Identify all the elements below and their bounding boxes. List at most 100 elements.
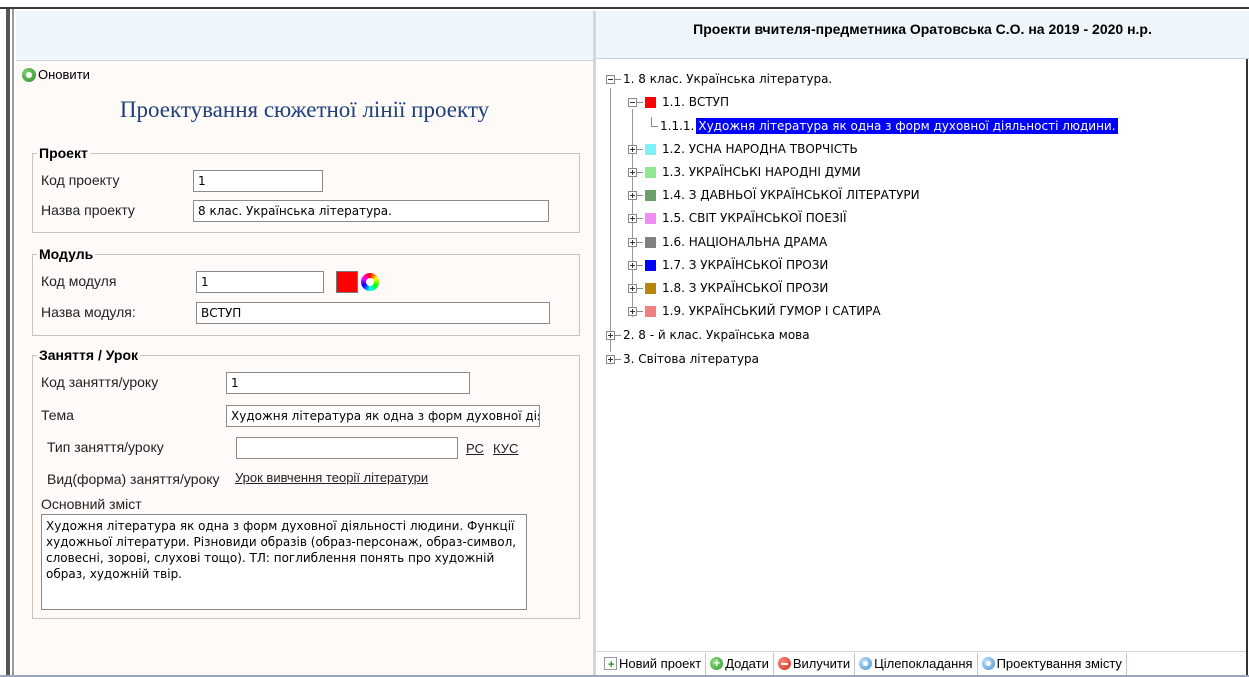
remove-button[interactable]: Вилучити — [774, 652, 856, 675]
expand-icon[interactable] — [606, 330, 615, 340]
module-code-label: Код модуля — [41, 273, 117, 289]
add-button[interactable]: Додати — [706, 652, 774, 675]
module-color-square — [645, 282, 656, 294]
lesson-topic-label: Тема — [41, 407, 74, 423]
window-top-border — [0, 0, 1249, 9]
expand-icon[interactable] — [628, 237, 637, 247]
projects-title: Проекти вчителя-предметника Оратовська С… — [693, 21, 1152, 37]
tree-node-label: 2. 8 - й клас. Українська мова — [623, 328, 810, 342]
lesson-type-input[interactable] — [236, 437, 458, 459]
tree-node-label: 1.2. УСНА НАРОДНА ТВОРЧІСТЬ — [662, 142, 858, 156]
tree-connector — [637, 171, 643, 173]
tree-node-label: 3. Світова література — [623, 352, 760, 366]
lesson-legend: Заняття / Урок — [37, 347, 141, 363]
tree-guide-line — [610, 88, 611, 352]
bottom-toolbar: Новий проект Додати Вилучити Цілепоклада… — [596, 651, 1246, 675]
tree-node-module-1-9[interactable]: 1.9. УКРАЇНСЬКИЙ ГУМОР І САТИРА — [628, 301, 883, 321]
tree-node-module-1-5[interactable]: 1.5. СВІТ УКРАЇНСЬКОЇ ПОЕЗІЇ — [628, 208, 849, 228]
tree-node-label: 1.4. З ДАВНЬОЇ УКРАЇНСЬКОЇ ЛІТЕРАТУРИ — [662, 188, 920, 202]
new-project-button[interactable]: Новий проект — [600, 652, 707, 675]
tree-connector — [637, 194, 643, 196]
new-document-icon — [604, 657, 617, 671]
module-code-input[interactable]: 1 — [196, 271, 324, 293]
module-color-swatch[interactable] — [336, 271, 358, 293]
project-group: Проект Код проекту 1 Назва проекту 8 кла… — [32, 145, 580, 233]
tree-connector — [637, 101, 643, 103]
content-label: Основний зміст — [41, 496, 142, 512]
content-design-label: Проектування змісту — [996, 656, 1122, 671]
project-legend: Проект — [37, 145, 90, 161]
right-pane: Проекти вчителя-предметника Оратовська С… — [596, 11, 1249, 675]
project-name-input[interactable]: 8 клас. Українська література. — [193, 200, 549, 222]
left-pane: Оновити Проектування сюжетної лінії прое… — [16, 11, 593, 675]
module-color-square — [645, 96, 656, 108]
content-line: художньої літератури. Різновиди образів … — [46, 535, 517, 549]
tree-connector — [637, 148, 643, 150]
tree-node-project-1[interactable]: 1. 8 клас. Українська література. — [606, 69, 834, 89]
info-icon — [981, 657, 995, 670]
content-textarea[interactable]: Художня література як одна з форм духовн… — [41, 514, 527, 610]
content-design-button[interactable]: Проектування змісту — [978, 652, 1127, 675]
module-color-square — [645, 259, 656, 271]
tree-node-module-1-6[interactable]: 1.6. НАЦІОНАЛЬНА ДРАМА — [628, 232, 829, 252]
remove-icon — [777, 657, 791, 670]
lesson-form-link[interactable]: Урок вивчення теорії літератури — [235, 470, 428, 485]
goals-label: Цілепокладання — [874, 656, 973, 671]
page-title: Проектування сюжетної лінії проекту — [119, 97, 490, 122]
tree-node-lesson-1-1-1[interactable]: 1.1.1. Художня література як одна з форм… — [651, 116, 1118, 136]
tree-node-module-1-4[interactable]: 1.4. З ДАВНЬОЇ УКРАЇНСЬКОЇ ЛІТЕРАТУРИ — [628, 185, 922, 205]
tree-connector — [651, 117, 652, 127]
tree-node-module-1-8[interactable]: 1.8. З УКРАЇНСЬКОЇ ПРОЗИ — [628, 278, 830, 298]
project-code-input[interactable]: 1 — [193, 170, 323, 192]
window-left-border — [6, 9, 10, 677]
rs-link[interactable]: РС — [466, 441, 484, 456]
refresh-button[interactable]: Оновити — [22, 67, 90, 82]
tree-node-label: 1.6. НАЦІОНАЛЬНА ДРАМА — [662, 235, 828, 249]
project-name-label: Назва проекту — [41, 202, 135, 218]
module-name-label: Назва модуля: — [41, 304, 136, 320]
tree-connector — [637, 310, 643, 312]
left-pane-header — [16, 11, 593, 61]
module-color-square — [645, 189, 656, 201]
tree-node-selected-label: Художня література як одна з форм духовн… — [696, 118, 1118, 134]
color-picker-icon[interactable] — [361, 273, 379, 291]
lesson-code-label: Код заняття/уроку — [41, 374, 159, 390]
module-name-input[interactable]: ВСТУП — [196, 302, 550, 324]
content-line: словесні, зорові, слухові тощо). ТЛ: пог… — [46, 551, 495, 565]
window-left-border-inner — [12, 9, 14, 677]
lesson-type-label: Тип заняття/уроку — [47, 439, 164, 455]
project-code-label: Код проекту — [41, 172, 120, 188]
expand-icon[interactable] — [628, 213, 637, 223]
expand-icon[interactable] — [628, 190, 637, 200]
right-pane-header: Проекти вчителя-предметника Оратовська С… — [596, 11, 1249, 59]
expand-icon[interactable] — [606, 354, 615, 364]
expand-icon[interactable] — [628, 306, 637, 316]
expand-icon[interactable] — [628, 283, 637, 293]
tree-node-project-2[interactable]: 2. 8 - й клас. Українська мова — [606, 325, 812, 345]
expand-icon[interactable] — [628, 144, 637, 154]
tree-node-label: 1.3. УКРАЇНСЬКІ НАРОДНІ ДУМИ — [662, 165, 861, 179]
tree-node-label: 1.8. З УКРАЇНСЬКОЇ ПРОЗИ — [662, 281, 829, 295]
tree-node-project-3[interactable]: 3. Світова література — [606, 349, 761, 369]
lesson-topic-input[interactable]: Художня література як одна з форм духовн… — [226, 405, 540, 427]
tree-node-number: 1.1.1. — [660, 119, 695, 133]
module-color-square — [645, 166, 656, 178]
add-label: Додати — [725, 656, 769, 671]
tree-node-module-1-3[interactable]: 1.3. УКРАЇНСЬКІ НАРОДНІ ДУМИ — [628, 162, 863, 182]
tree-connector — [637, 241, 643, 243]
collapse-icon[interactable] — [606, 74, 615, 84]
right-pane-border — [1246, 59, 1248, 675]
expand-icon[interactable] — [628, 260, 637, 270]
lesson-group: Заняття / Урок Код заняття/уроку 1 Тема … — [32, 347, 580, 619]
module-legend: Модуль — [37, 246, 96, 262]
content-line: Художня література як одна з форм духовн… — [46, 519, 515, 533]
goals-button[interactable]: Цілепокладання — [855, 652, 978, 675]
expand-icon[interactable] — [628, 167, 637, 177]
tree-node-module-1-2[interactable]: 1.2. УСНА НАРОДНА ТВОРЧІСТЬ — [628, 139, 860, 159]
tree-node-module-1-1[interactable]: 1.1. ВСТУП — [628, 92, 731, 112]
module-color-square — [645, 305, 656, 317]
lesson-code-input[interactable]: 1 — [226, 372, 470, 394]
collapse-icon[interactable] — [628, 97, 637, 107]
tree-node-module-1-7[interactable]: 1.7. З УКРАЇНСЬКОЇ ПРОЗИ — [628, 255, 830, 275]
kus-link[interactable]: КУС — [493, 441, 518, 456]
